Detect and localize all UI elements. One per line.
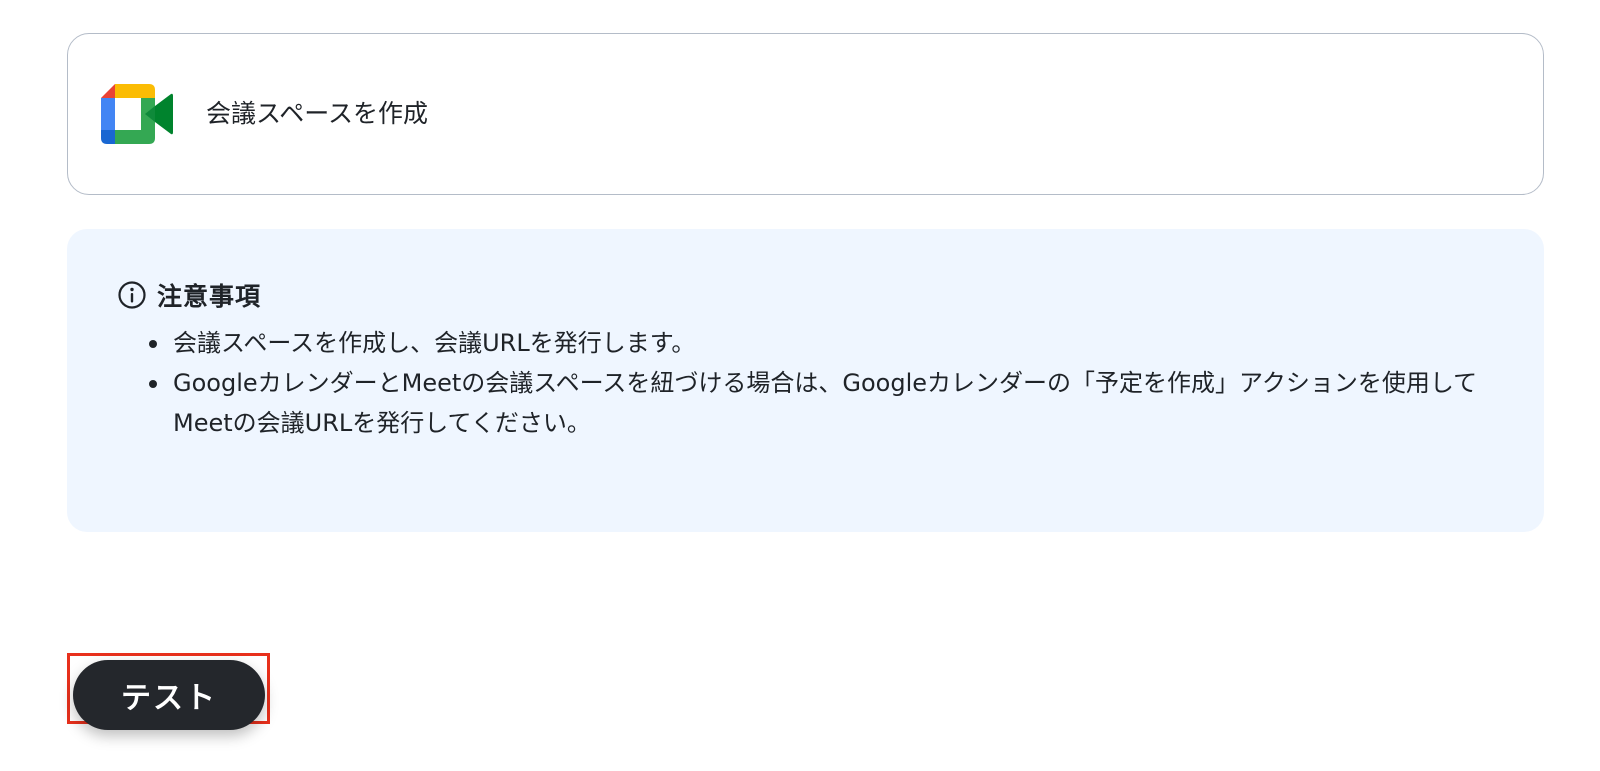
list-item: 会議スペースを作成し、会議URLを発行します。 xyxy=(149,323,1527,363)
notes-list: 会議スペースを作成し、会議URLを発行します。 GoogleカレンダーとMeet… xyxy=(67,323,1527,443)
list-item: GoogleカレンダーとMeetの会議スペースを紐づける場合は、Googleカレ… xyxy=(149,363,1527,443)
bullet-icon xyxy=(149,340,157,348)
notes-panel: 注意事項 会議スペースを作成し、会議URLを発行します。 Googleカレンダー… xyxy=(67,229,1544,532)
notes-header: 注意事項 xyxy=(117,277,261,313)
action-title: 会議スペースを作成 xyxy=(206,99,429,128)
bullet-icon xyxy=(149,380,157,388)
note-text: GoogleカレンダーとMeetの会議スペースを紐づける場合は、Googleカレ… xyxy=(173,369,1478,437)
note-text: 会議スペースを作成し、会議URLを発行します。 xyxy=(173,329,696,357)
info-icon xyxy=(118,281,146,309)
notes-title: 注意事項 xyxy=(157,282,262,311)
action-card[interactable]: 会議スペースを作成 xyxy=(67,33,1544,195)
test-button-highlight: テスト xyxy=(67,653,270,730)
test-button[interactable]: テスト xyxy=(73,660,265,730)
google-meet-icon xyxy=(101,84,173,144)
